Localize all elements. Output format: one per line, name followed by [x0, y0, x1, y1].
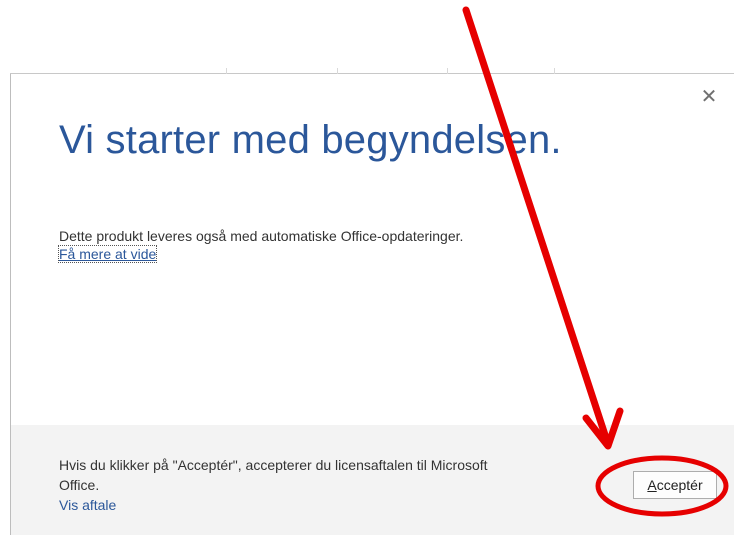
dialog-footer: Hvis du klikker på "Acceptér", acceptere… [11, 425, 734, 535]
view-agreement-link[interactable]: Vis aftale [59, 497, 116, 513]
close-icon: ✕ [700, 86, 718, 108]
license-notice-text: Hvis du klikker på "Acceptér", acceptere… [59, 457, 488, 493]
dialog-title: Vi starter med begyndelsen. [59, 118, 562, 162]
update-info-text: Dette produkt leveres også med automatis… [59, 228, 464, 244]
office-setup-dialog: ✕ Vi starter med begyndelsen. Dette prod… [10, 74, 734, 535]
learn-more-link[interactable]: Få mere at vide [57, 245, 158, 263]
accept-label: cceptér [656, 477, 703, 493]
accept-access-key: A [647, 477, 657, 493]
accept-button[interactable]: Acceptér [633, 471, 717, 499]
close-button[interactable]: ✕ [698, 86, 720, 108]
